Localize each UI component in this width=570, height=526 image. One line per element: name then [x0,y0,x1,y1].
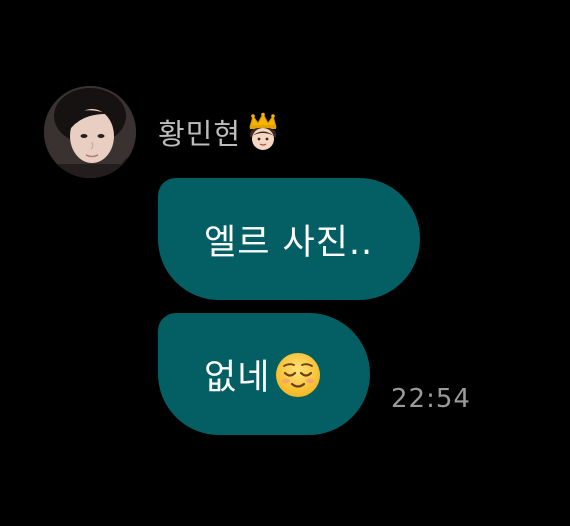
avatar[interactable] [44,86,136,178]
message-bubble[interactable]: 없네 [158,313,370,435]
sender-name: 황민현 [158,117,242,151]
profile-photo [44,86,136,178]
message-bubble[interactable]: 엘르 사진.. [158,178,420,300]
message-text: 엘르 사진.. [204,222,374,263]
message-timestamp: 22:54 [391,384,471,414]
message-text: 없네 [204,357,271,398]
prince-crown-emoji-icon [243,112,283,152]
sender-header: 황민현 [158,110,283,154]
relieved-face-emoji-icon [274,351,322,399]
chat-screen: 황민현 엘르 사진.. 없네 22:54 [0,0,570,526]
